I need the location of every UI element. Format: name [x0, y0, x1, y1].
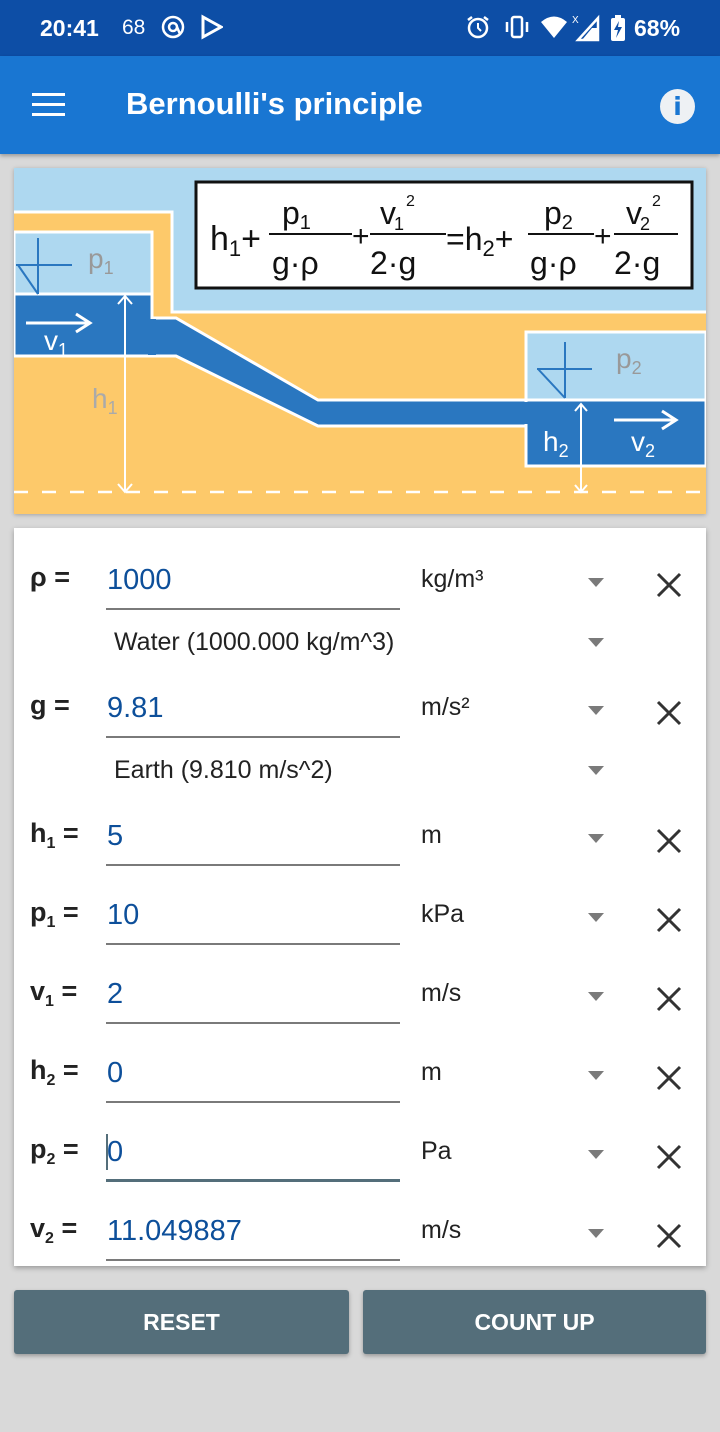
reset-button[interactable]: RESET [14, 1290, 349, 1354]
field-label: h1 = [30, 818, 79, 852]
battery-charging-icon [611, 15, 625, 41]
p1-input[interactable]: 10 [106, 875, 400, 945]
svg-text:2: 2 [652, 193, 661, 210]
info-icon[interactable]: i [660, 89, 695, 124]
v1-input[interactable]: 2 [106, 954, 400, 1024]
left-tank-air [14, 230, 154, 296]
notification-count: 68 [122, 16, 146, 39]
page-title: Bernoulli's principle [126, 86, 423, 121]
close-icon[interactable] [654, 905, 684, 935]
unit-select[interactable]: m/s [421, 979, 461, 1008]
h1-input[interactable]: 5 [106, 796, 400, 866]
field-label: p1 = [30, 897, 79, 931]
text-cursor [106, 1134, 108, 1170]
input-card: ρ = 1000 kg/m³ Water (1000.000 kg/m^3) g… [14, 528, 706, 1266]
svg-text:+: + [594, 220, 612, 253]
play-store-icon [201, 14, 223, 40]
svg-text:=h2+: =h2+ [446, 221, 513, 261]
chevron-down-icon[interactable] [588, 1071, 604, 1080]
g-input[interactable]: 9.81 [106, 668, 400, 738]
v2-input[interactable]: 11.049887 [106, 1191, 400, 1261]
preset-g: Earth (9.810 m/s^2) [14, 738, 706, 794]
field-label: v2 = [30, 1213, 78, 1247]
bernoulli-diagram: p1 v1 h1 p2 h2 v2 h1+ p1 g·ρ + v1 2 2·g … [14, 168, 706, 514]
unit-select[interactable]: m/s [421, 1216, 461, 1245]
unit-select[interactable]: kPa [421, 900, 464, 929]
chevron-down-icon[interactable] [588, 578, 604, 587]
vibrate-icon [505, 15, 529, 39]
chevron-down-icon[interactable] [588, 766, 604, 775]
field-v2: v2 = 11.049887 m/s [14, 1191, 706, 1261]
signal-icon: X [572, 14, 600, 42]
field-v1: v1 = 2 m/s [14, 954, 706, 1024]
svg-text:g·ρ: g·ρ [272, 245, 319, 281]
field-h2: h2 = 0 m [14, 1033, 706, 1103]
preset-rho: Water (1000.000 kg/m^3) [14, 610, 706, 666]
p2-input[interactable]: 0 [106, 1112, 400, 1182]
chevron-down-icon[interactable] [588, 992, 604, 1001]
count-up-button[interactable]: COUNT UP [363, 1290, 706, 1354]
close-icon[interactable] [654, 826, 684, 856]
close-icon[interactable] [654, 1221, 684, 1251]
field-p2: p2 = 0 Pa [14, 1112, 706, 1182]
chevron-down-icon[interactable] [588, 638, 604, 647]
field-label: v1 = [30, 976, 78, 1010]
field-label: g = [30, 690, 70, 720]
field-h1: h1 = 5 m [14, 796, 706, 866]
status-bar: 20:41 68 X 68% [0, 0, 720, 56]
unit-select[interactable]: kg/m³ [421, 565, 484, 594]
app-bar: Bernoulli's principle i [0, 56, 720, 154]
chevron-down-icon[interactable] [588, 1229, 604, 1238]
h2-input[interactable]: 0 [106, 1033, 400, 1103]
close-icon[interactable] [654, 1142, 684, 1172]
unit-select[interactable]: m [421, 1058, 442, 1087]
svg-text:+: + [352, 220, 370, 253]
preset-select[interactable]: Earth (9.810 m/s^2) [114, 756, 333, 785]
alarm-icon [467, 16, 489, 39]
chevron-down-icon[interactable] [588, 706, 604, 715]
field-label: p2 = [30, 1134, 79, 1168]
svg-text:2·g: 2·g [370, 245, 416, 281]
close-icon[interactable] [654, 570, 684, 600]
bernoulli-formula: h1+ p1 g·ρ + v1 2 2·g =h2+ p2 g·ρ + v2 2… [194, 180, 694, 290]
svg-text:2·g: 2·g [614, 245, 660, 281]
field-label: h2 = [30, 1055, 79, 1089]
chevron-down-icon[interactable] [588, 913, 604, 922]
hamburger-menu-icon[interactable] [32, 93, 66, 119]
status-time: 20:41 [40, 15, 99, 41]
unit-select[interactable]: m [421, 821, 442, 850]
preset-select[interactable]: Water (1000.000 kg/m^3) [114, 628, 394, 657]
close-icon[interactable] [654, 698, 684, 728]
close-icon[interactable] [654, 984, 684, 1014]
chevron-down-icon[interactable] [588, 834, 604, 843]
close-icon[interactable] [654, 1063, 684, 1093]
wifi-icon [541, 16, 567, 38]
svg-text:g·ρ: g·ρ [530, 245, 577, 281]
at-sign-icon [161, 15, 185, 39]
field-label: ρ = [30, 562, 71, 592]
unit-select[interactable]: m/s² [421, 693, 470, 722]
field-p1: p1 = 10 kPa [14, 875, 706, 945]
rho-input[interactable]: 1000 [106, 540, 400, 610]
field-rho: ρ = 1000 kg/m³ [14, 540, 706, 610]
svg-text:X: X [572, 15, 579, 26]
field-g: g = 9.81 m/s² [14, 668, 706, 738]
unit-select[interactable]: Pa [421, 1137, 452, 1166]
chevron-down-icon[interactable] [588, 1150, 604, 1159]
svg-text:2: 2 [406, 193, 415, 210]
battery-percent: 68% [634, 15, 681, 41]
